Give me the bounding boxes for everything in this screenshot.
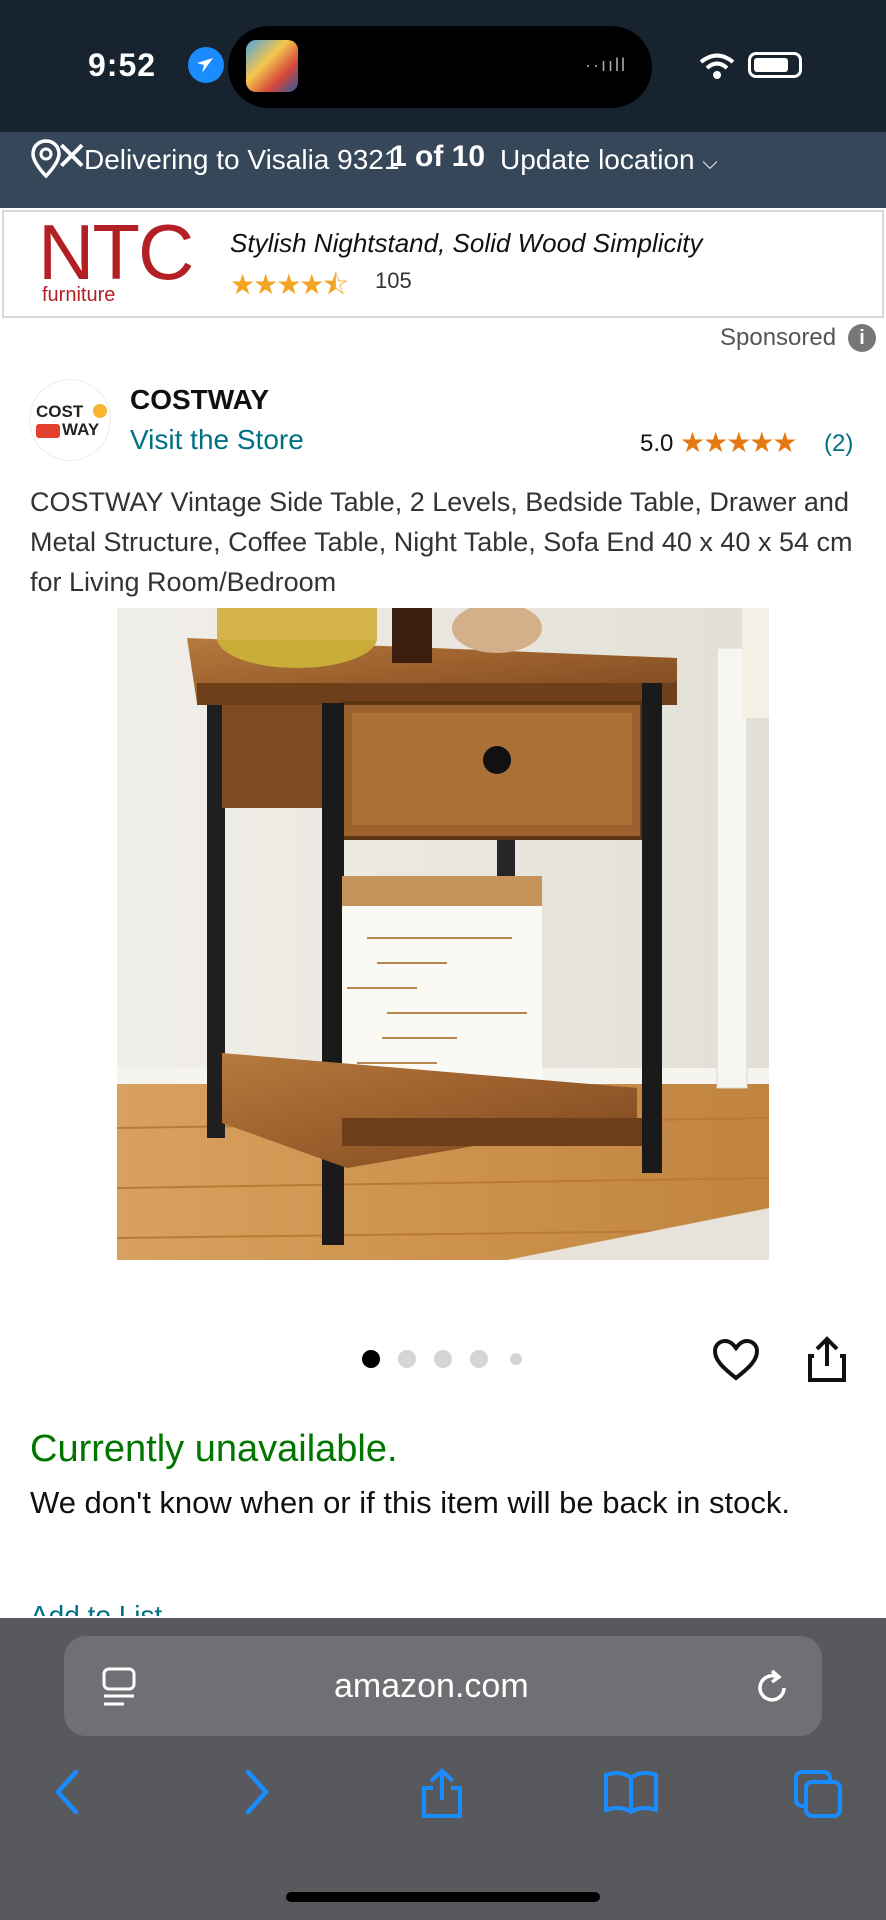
product-title: COSTWAY Vintage Side Table, 2 Levels, Be… [30, 487, 853, 597]
share-icon[interactable] [806, 1336, 848, 1384]
share-sheet-icon[interactable] [418, 1768, 466, 1820]
carousel-dot[interactable] [398, 1350, 416, 1368]
rating-stars[interactable]: ★★★★★ [680, 426, 798, 459]
brand-logo-way: WAY [62, 420, 100, 439]
photo-counter: 1 of 10 [390, 140, 486, 173]
carousel-dot[interactable] [510, 1353, 522, 1365]
ad-rating-count: 105 [375, 268, 412, 293]
reload-icon[interactable] [752, 1668, 792, 1708]
reader-icon[interactable] [100, 1666, 138, 1708]
tabs-icon[interactable] [792, 1768, 844, 1818]
add-to-list-link[interactable]: Add to List [30, 1600, 162, 1616]
url-text[interactable]: amazon.com [334, 1667, 529, 1706]
brand-logo-bar [36, 424, 60, 438]
brand-logo-dot [93, 404, 107, 418]
home-indicator [286, 1892, 600, 1902]
chevron-down-icon: ⌵ [702, 152, 718, 174]
forward-icon[interactable] [240, 1768, 274, 1816]
availability-status: Currently unavailable. [30, 1428, 398, 1470]
ntc-logo-subtext: furniture [42, 284, 116, 306]
brand-name: COSTWAY [130, 384, 269, 415]
update-location-link[interactable]: Update location ⌵ [500, 144, 718, 176]
stock-note: We don't know when or if this item will … [30, 1485, 790, 1520]
carousel-dot[interactable] [470, 1350, 488, 1368]
update-location-label: Update location [500, 144, 695, 175]
product-image[interactable] [117, 608, 769, 1260]
brand-logo-cost: COST [36, 402, 84, 421]
back-icon[interactable] [50, 1768, 84, 1816]
carousel-dot[interactable] [434, 1350, 452, 1368]
ad-rating-stars: ★★★★⯪ [230, 269, 349, 300]
status-time: 9:52 [88, 47, 157, 83]
ad-title[interactable]: Stylish Nightstand, Solid Wood Simplicit… [230, 228, 703, 259]
visit-store-link[interactable]: Visit the Store [130, 424, 304, 456]
info-icon[interactable]: i [848, 324, 876, 352]
cellular-dots-icon: ··ııll [585, 55, 627, 75]
rating-value: 5.0 [640, 430, 674, 457]
rating-count-link[interactable]: (2) [824, 430, 853, 458]
heart-icon[interactable] [712, 1338, 760, 1382]
delivery-address[interactable]: Delivering to Visalia 9321 [84, 144, 399, 176]
ntc-logo: NTC [38, 208, 194, 296]
battery-icon [748, 52, 802, 78]
wifi-icon [699, 53, 735, 79]
now-playing-artwork[interactable] [246, 40, 298, 92]
carousel-dot[interactable] [362, 1350, 380, 1368]
bookmarks-icon[interactable] [602, 1768, 660, 1816]
location-arrow-icon [188, 47, 224, 83]
sponsored-label: Sponsored [720, 324, 837, 351]
